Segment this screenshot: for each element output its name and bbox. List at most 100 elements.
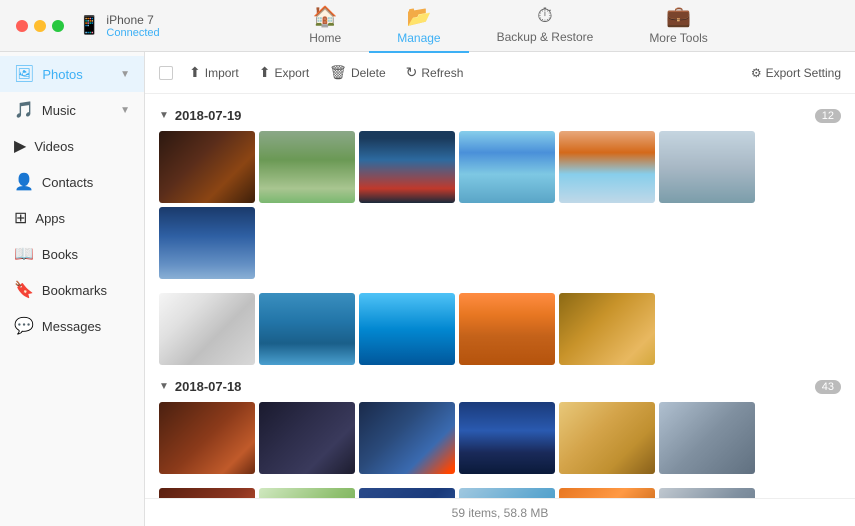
photo-thumb[interactable] xyxy=(259,293,355,365)
sidebar-item-books[interactable]: 📖 Books xyxy=(0,236,144,272)
import-button[interactable]: ⬆ Import xyxy=(181,60,247,85)
tab-manage[interactable]: 📂 Manage xyxy=(369,0,468,53)
sidebar-contacts-label: Contacts xyxy=(42,175,130,190)
sidebar-item-bookmarks[interactable]: 🔖 Bookmarks xyxy=(0,272,144,308)
photo-thumb[interactable] xyxy=(559,293,655,365)
close-button[interactable] xyxy=(16,20,28,32)
tab-tools[interactable]: 💼 More Tools xyxy=(621,0,735,53)
backup-icon: ⏱ xyxy=(537,5,553,28)
tab-tools-label: More Tools xyxy=(649,31,707,45)
status-bar: 59 items, 58.8 MB xyxy=(145,498,855,526)
photo-thumb[interactable] xyxy=(459,488,555,498)
sidebar-apps-label: Apps xyxy=(35,211,130,226)
gear-icon: ⚙ xyxy=(751,66,762,80)
device-name: iPhone 7 xyxy=(106,13,159,27)
sidebar-item-messages[interactable]: 💬 Messages xyxy=(0,308,144,344)
device-icon: 📱 xyxy=(78,15,100,36)
photo-thumb[interactable] xyxy=(659,402,755,474)
toolbar: ⬆ Import ⬆ Export 🗑 Delete ↻ Refresh ⚙ E… xyxy=(145,52,855,94)
photo-thumb[interactable] xyxy=(259,488,355,498)
sidebar-photos-label: Photos xyxy=(42,67,112,82)
manage-icon: 📂 xyxy=(406,4,431,29)
sidebar: 🖼 Photos ▼ 🎵 Music ▼ ▶ Videos 👤 Contacts… xyxy=(0,52,145,526)
videos-icon: ▶ xyxy=(14,136,26,156)
bookmarks-icon: 🔖 xyxy=(14,280,34,300)
sidebar-item-videos[interactable]: ▶ Videos xyxy=(0,128,144,164)
tab-backup[interactable]: ⏱ Backup & Restore xyxy=(469,0,622,52)
photo-thumb[interactable] xyxy=(359,293,455,365)
photo-thumb[interactable] xyxy=(659,488,755,498)
minimize-button[interactable] xyxy=(34,20,46,32)
refresh-button[interactable]: ↻ Refresh xyxy=(398,60,472,85)
import-label: Import xyxy=(205,66,239,80)
collapse-icon-2[interactable]: ▼ xyxy=(159,381,169,392)
photo-thumb[interactable] xyxy=(559,131,655,203)
select-all-checkbox[interactable] xyxy=(159,66,173,80)
sidebar-item-apps[interactable]: ⊞ Apps xyxy=(0,200,144,236)
tab-manage-label: Manage xyxy=(397,31,440,45)
photo-thumb[interactable] xyxy=(659,131,755,203)
sidebar-videos-label: Videos xyxy=(34,139,130,154)
photo-thumb[interactable] xyxy=(359,402,455,474)
music-arrow-icon: ▼ xyxy=(120,105,130,116)
tab-home[interactable]: 🏠 Home xyxy=(281,0,369,53)
section-header-2018-07-19: ▼ 2018-07-19 12 xyxy=(159,108,841,123)
collapse-icon-1[interactable]: ▼ xyxy=(159,110,169,121)
books-icon: 📖 xyxy=(14,244,34,264)
sidebar-messages-label: Messages xyxy=(42,319,130,334)
sidebar-books-label: Books xyxy=(42,247,130,262)
sidebar-item-music[interactable]: 🎵 Music ▼ xyxy=(0,92,144,128)
home-icon: 🏠 xyxy=(313,4,338,29)
export-setting-label: Export Setting xyxy=(766,66,841,80)
sidebar-bookmarks-label: Bookmarks xyxy=(42,283,130,298)
maximize-button[interactable] xyxy=(52,20,64,32)
photo-thumb[interactable] xyxy=(259,131,355,203)
section-count-1: 12 xyxy=(815,109,841,123)
section-date-1: 2018-07-19 xyxy=(175,108,242,123)
refresh-icon: ↻ xyxy=(406,64,418,81)
export-setting-button[interactable]: ⚙ Export Setting xyxy=(751,66,841,80)
import-icon: ⬆ xyxy=(189,64,201,81)
section-header-2018-07-18: ▼ 2018-07-18 43 xyxy=(159,379,841,394)
contacts-icon: 👤 xyxy=(14,172,34,192)
delete-label: Delete xyxy=(351,66,386,80)
sidebar-item-contacts[interactable]: 👤 Contacts xyxy=(0,164,144,200)
sidebar-item-photos[interactable]: 🖼 Photos ▼ xyxy=(0,56,144,92)
photo-scroll-area[interactable]: ▼ 2018-07-19 12 ▼ xyxy=(145,94,855,498)
photo-thumb[interactable] xyxy=(359,488,455,498)
photo-thumb[interactable] xyxy=(459,131,555,203)
delete-icon: 🗑 xyxy=(329,64,347,81)
tab-backup-label: Backup & Restore xyxy=(497,30,594,44)
section-count-2: 43 xyxy=(815,380,841,394)
photos-arrow-icon: ▼ xyxy=(120,69,130,80)
tab-home-label: Home xyxy=(309,31,341,45)
messages-icon: 💬 xyxy=(14,316,34,336)
photo-thumb[interactable] xyxy=(159,293,255,365)
photo-thumb[interactable] xyxy=(159,488,255,498)
photo-grid-1-row-1 xyxy=(159,131,841,279)
music-icon: 🎵 xyxy=(14,100,34,120)
photo-grid-2-row-2 xyxy=(159,488,841,498)
photo-thumb[interactable] xyxy=(159,207,255,279)
photo-thumb[interactable] xyxy=(459,402,555,474)
tools-icon: 💼 xyxy=(666,4,691,29)
photo-thumb[interactable] xyxy=(459,293,555,365)
photo-thumb[interactable] xyxy=(559,488,655,498)
photos-icon: 🖼 xyxy=(14,64,34,84)
photo-thumb[interactable] xyxy=(559,402,655,474)
photo-grid-2-row-1 xyxy=(159,402,841,474)
export-icon: ⬆ xyxy=(259,64,271,81)
photo-thumb[interactable] xyxy=(159,131,255,203)
nav-tabs: 🏠 Home 📂 Manage ⏱ Backup & Restore 💼 Mor… xyxy=(178,0,839,53)
export-button[interactable]: ⬆ Export xyxy=(251,60,317,85)
apps-icon: ⊞ xyxy=(14,208,27,228)
photo-thumb[interactable] xyxy=(359,131,455,203)
delete-button[interactable]: 🗑 Delete xyxy=(321,60,393,85)
traffic-lights xyxy=(16,20,64,32)
status-text: 59 items, 58.8 MB xyxy=(452,506,549,520)
device-info: 📱 iPhone 7 Connected xyxy=(78,13,178,39)
photo-thumb[interactable] xyxy=(259,402,355,474)
photo-thumb[interactable] xyxy=(159,402,255,474)
main-layout: 🖼 Photos ▼ 🎵 Music ▼ ▶ Videos 👤 Contacts… xyxy=(0,52,855,526)
photo-grid-1-row-2 xyxy=(159,293,841,365)
